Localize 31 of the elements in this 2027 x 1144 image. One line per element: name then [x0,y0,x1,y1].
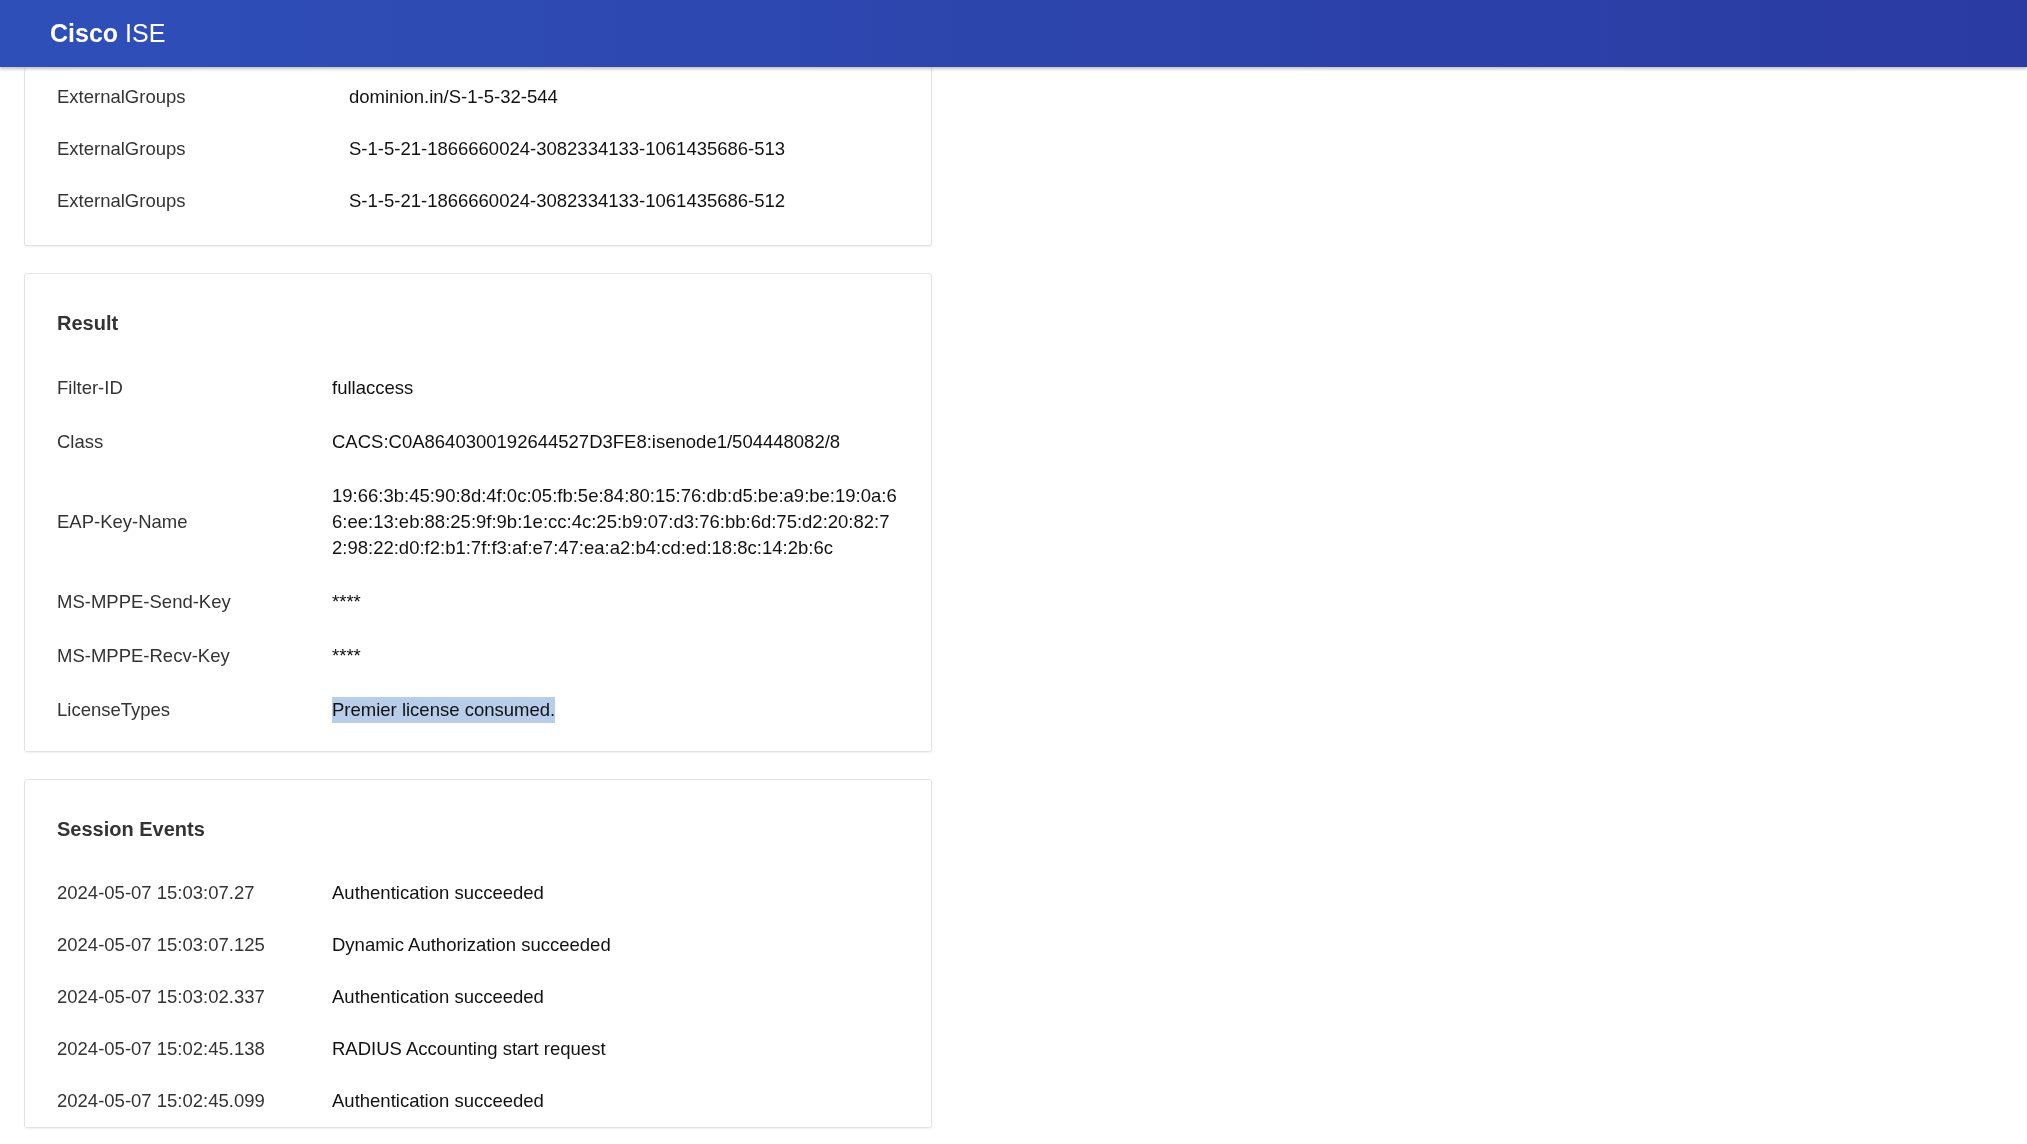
attribute-label: ExternalGroups [57,137,186,161]
attribute-label: ExternalGroups [57,85,186,109]
attribute-label: EAP-Key-Name [57,510,188,534]
event-description: Authentication succeeded [332,985,544,1009]
event-description: Dynamic Authorization succeeded [332,933,611,957]
attribute-label: Class [57,430,104,454]
app-title: Cisco ISE [50,19,166,48]
event-time: 2024-05-07 15:02:45.138 [57,1037,265,1061]
attribute-value: Premier license consumed. [332,697,556,723]
attribute-value: 19:66:3b:45:90:8d:4f:0c:05:fb:5e:84:80:15:76:db:d5:be:a9:be:19:0a:66:ee:13:eb:88:25:9f:9b:1e:cc:4c:25:b9:07:d3:76:bb:6d:75:d2:20:82:72:98:22:d0:f2:b1:7f:f3:af:e7:47:ea:a2:b4:cd:ed:18:8c:14:2b:6c [332,484,898,560]
attribute-value: dominion.in/S-1-5-32-544 [349,85,558,109]
event-description: Authentication succeeded [332,1089,544,1113]
attribute-value: CACS:C0A8640300192644527D3FE8:isenode1/504448082/8 [332,430,841,454]
attribute-label: MS-MPPE-Send-Key [57,590,231,614]
card-title: Result [57,312,119,335]
attribute-value: S-1-5-21-1866660024-3082334133-1061435686-513 [349,137,786,161]
event-description: RADIUS Accounting start request [332,1037,606,1061]
attribute-label: Filter-ID [57,376,123,400]
card-title: Session Events [57,818,205,841]
attribute-label: MS-MPPE-Recv-Key [57,644,230,668]
attribute-value: fullaccess [332,376,414,400]
attribute-value: **** [332,590,361,614]
attribute-value: S-1-5-21-1866660024-3082334133-1061435686-512 [349,189,786,213]
attribute-value: **** [332,644,361,668]
attribute-label: LicenseTypes [57,698,171,722]
attribute-label: ExternalGroups [57,189,186,213]
event-description: Authentication succeeded [332,881,544,905]
event-time: 2024-05-07 15:03:07.27 [57,881,255,905]
event-time: 2024-05-07 15:02:45.099 [57,1089,265,1113]
event-time: 2024-05-07 15:03:07.125 [57,933,265,957]
event-time: 2024-05-07 15:03:02.337 [57,985,265,1009]
